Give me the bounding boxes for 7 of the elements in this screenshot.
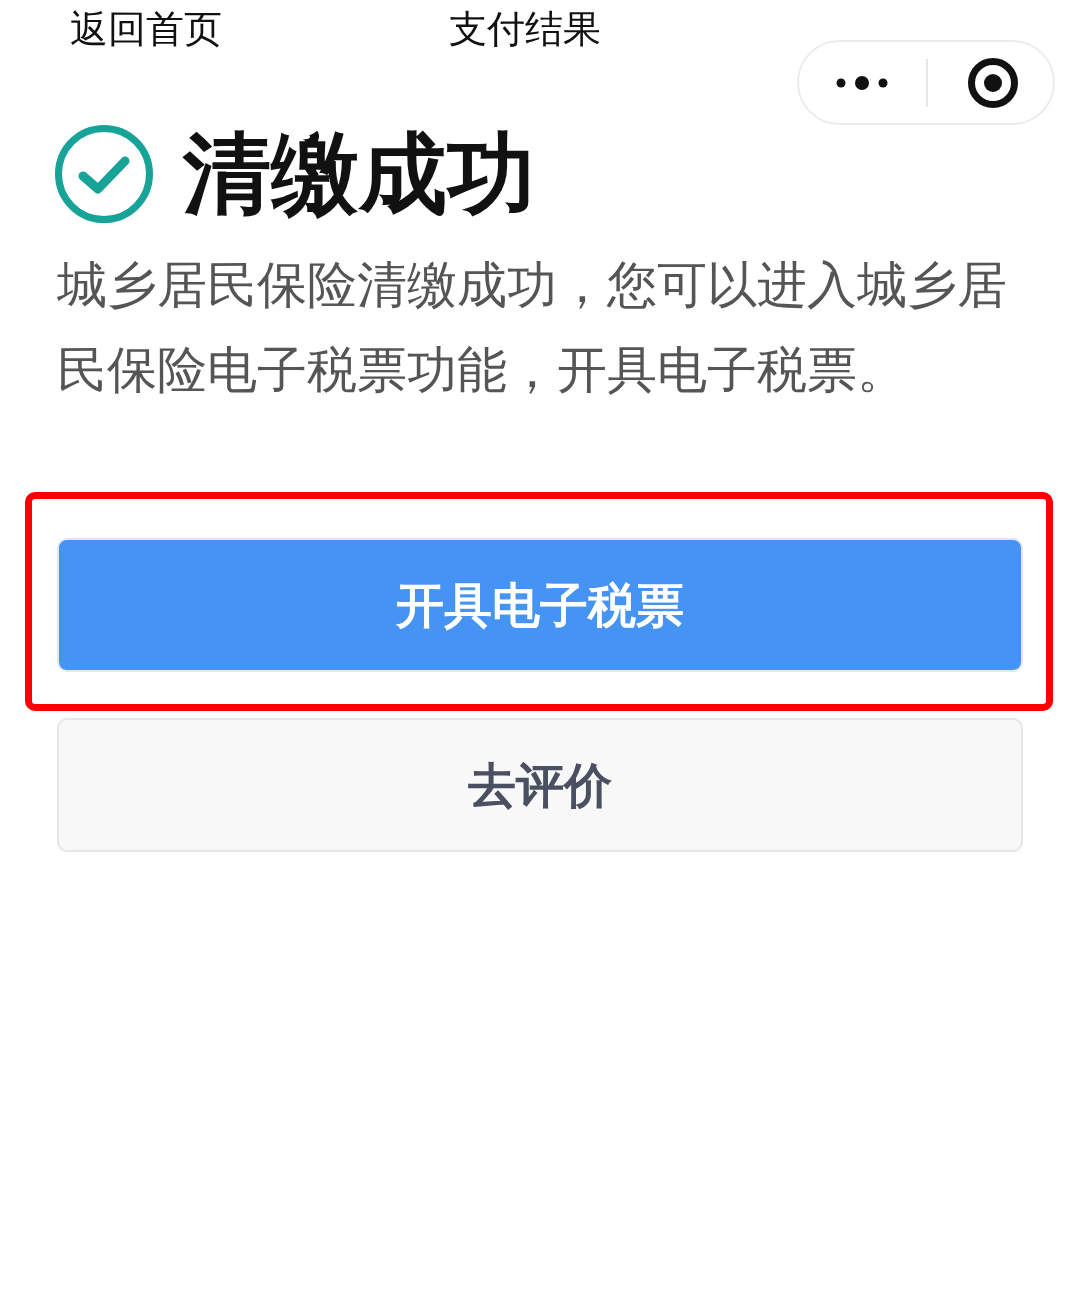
page-title: 支付结果 [449, 6, 601, 52]
result-message: 城乡居民保险清缴成功，您可以进入城乡居民保险电子税票功能，开具电子税票。 [57, 255, 1008, 401]
more-dots-icon[interactable] [836, 75, 888, 90]
target-circle-icon[interactable] [968, 57, 1018, 108]
back-home-link[interactable]: 返回首页 [70, 6, 222, 52]
result-title: 清缴成功 [183, 125, 535, 223]
action-button[interactable]: 去评价 [57, 718, 1023, 852]
